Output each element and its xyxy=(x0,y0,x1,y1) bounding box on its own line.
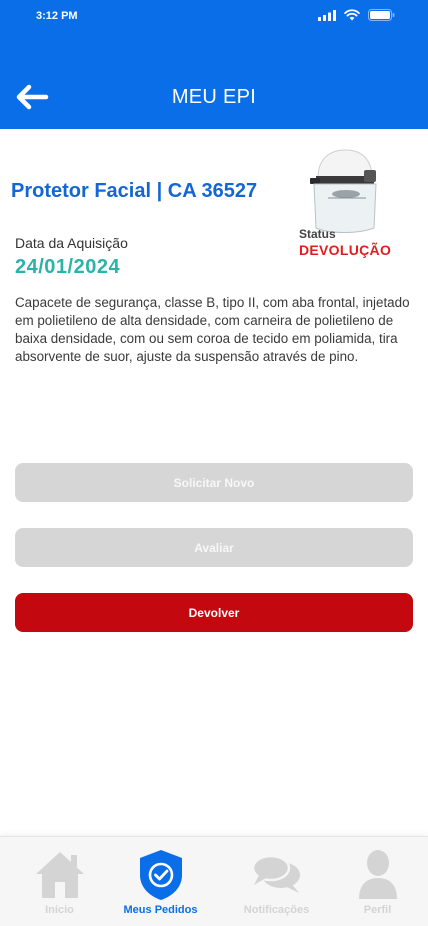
product-description: Capacete de segurança, classe B, tipo II… xyxy=(15,295,410,364)
tab-perfil[interactable]: Perfil xyxy=(324,837,428,926)
tab-meus-pedidos[interactable]: Meus Pedidos xyxy=(107,837,214,926)
user-icon xyxy=(358,850,397,899)
acquisition-date: 24/01/2024 xyxy=(15,256,121,278)
request-new-button[interactable]: Solicitar Novo xyxy=(15,463,413,502)
bottom-tab-bar: Início Meus Pedidos Notificações Perfil xyxy=(0,836,428,926)
acquisition-date-label: Data da Aquisição xyxy=(15,235,128,251)
shield-check-icon xyxy=(139,850,182,900)
product-title: Protetor Facial | CA 36527 xyxy=(11,180,258,202)
status-icons xyxy=(318,9,395,21)
tab-label: Meus Pedidos xyxy=(123,904,198,916)
tab-inicio[interactable]: Início xyxy=(6,837,113,926)
home-icon xyxy=(35,852,84,898)
tab-label: Início xyxy=(45,904,74,916)
battery-icon xyxy=(368,9,395,21)
evaluate-button[interactable]: Avaliar xyxy=(15,528,413,567)
face-shield-helmet-image xyxy=(310,149,377,233)
tab-label: Perfil xyxy=(363,904,392,916)
tab-notificacoes[interactable]: Notificações xyxy=(223,837,330,926)
status-time: 3:12 PM xyxy=(36,10,78,22)
status-value: DEVOLUÇÃO xyxy=(299,242,392,258)
tab-label: Notificações xyxy=(243,904,310,916)
chat-bubbles-icon xyxy=(251,854,300,893)
app-header: 3:12 PM MEU EPI xyxy=(0,0,428,129)
signal-icon xyxy=(318,9,336,21)
page-title: MEU EPI xyxy=(171,86,257,108)
return-button[interactable]: Devolver xyxy=(15,593,413,632)
wifi-icon xyxy=(344,9,360,21)
status-label: Status xyxy=(299,227,336,241)
